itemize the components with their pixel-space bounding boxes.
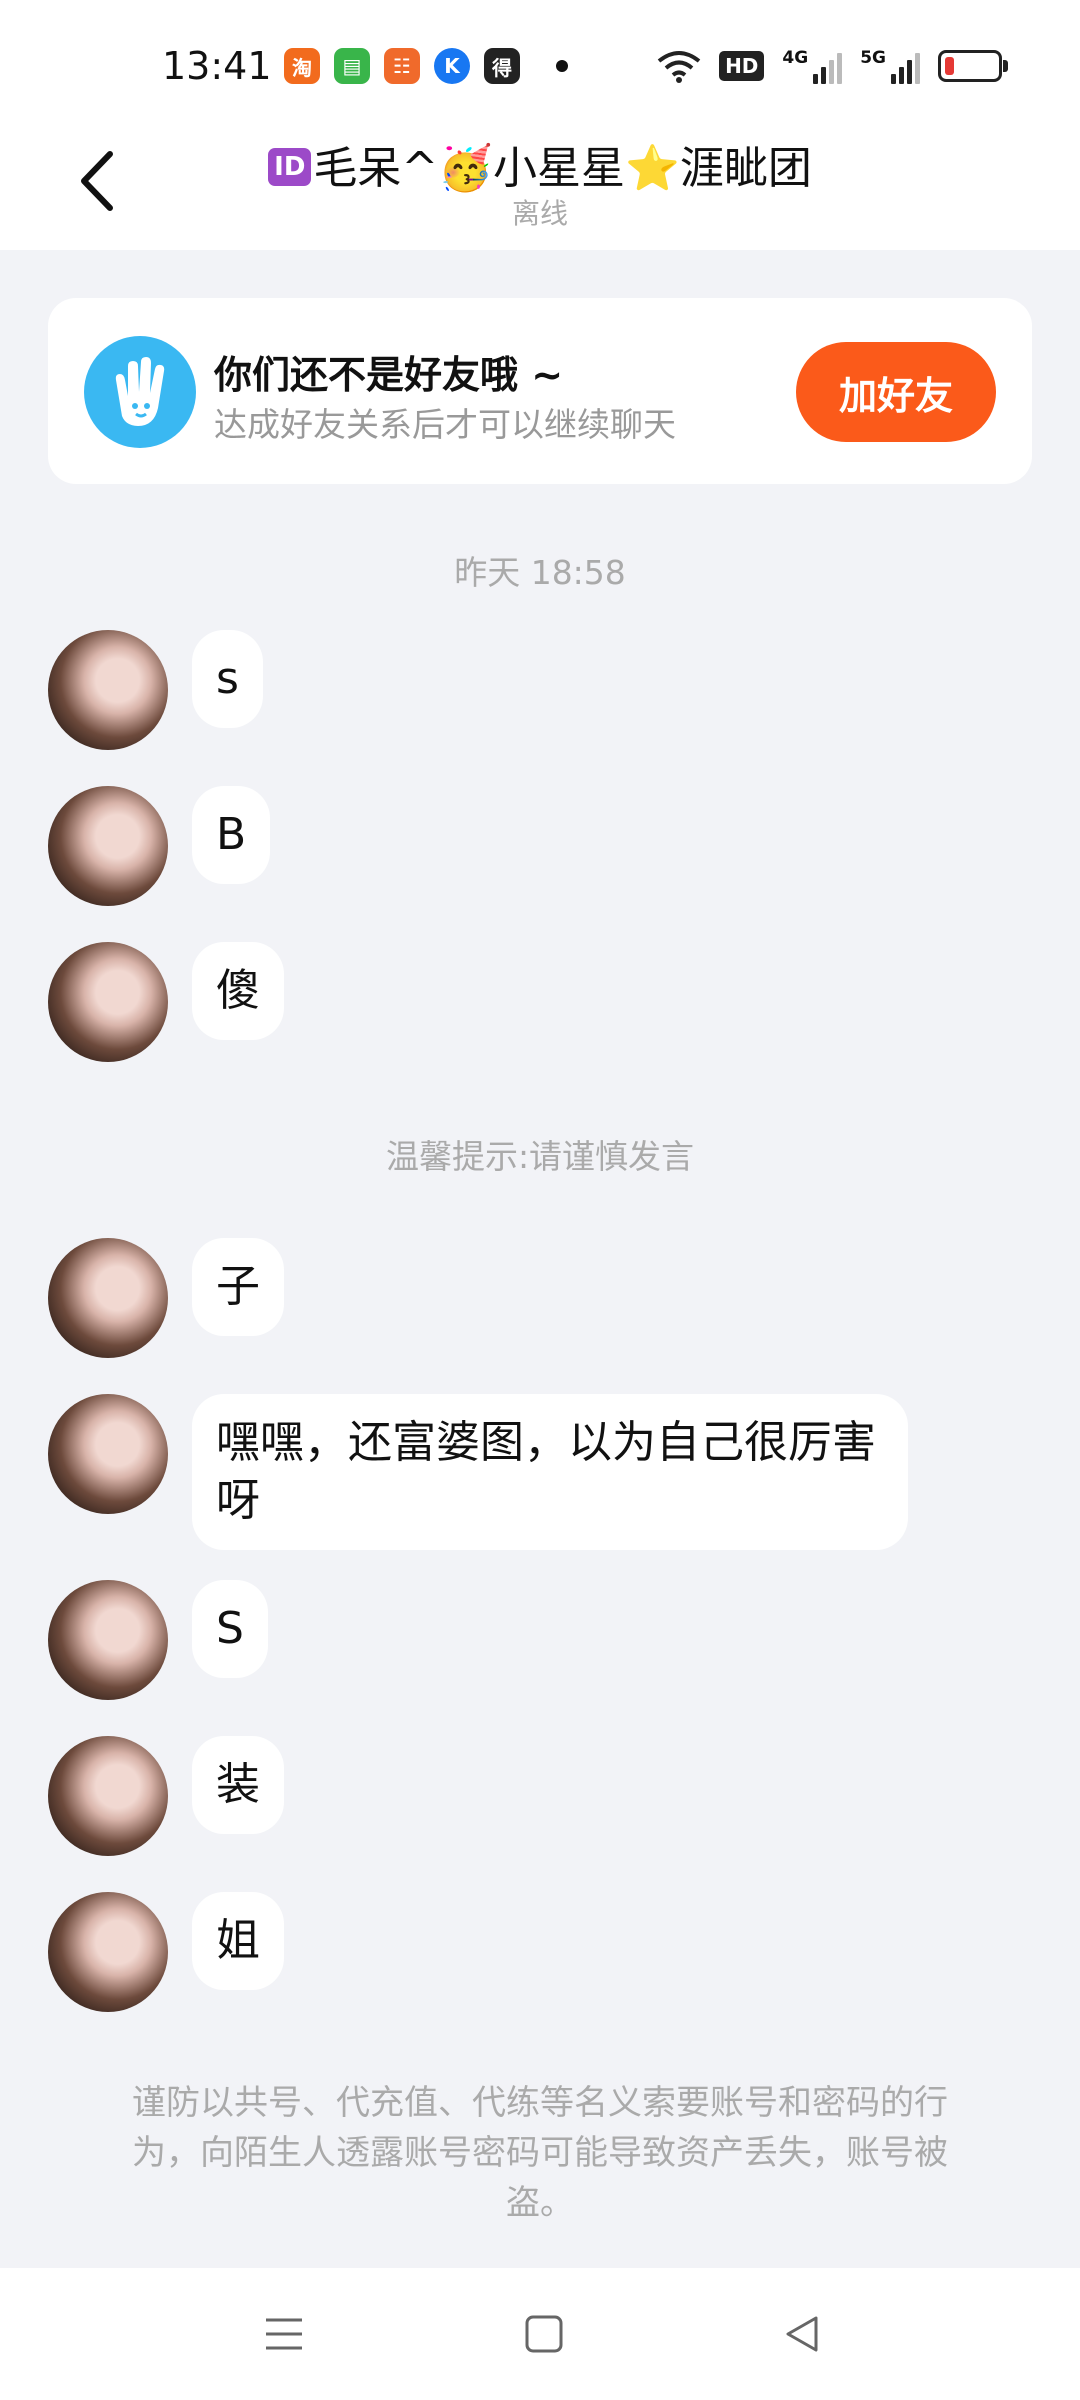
signal-4g-icon: 4G	[782, 48, 843, 84]
message-bubble[interactable]: S	[192, 1580, 268, 1678]
add-friend-button[interactable]: 加好友	[796, 342, 996, 442]
avatar[interactable]	[48, 1580, 168, 1700]
signal-5g-icon: 5G	[860, 48, 920, 84]
avatar[interactable]	[48, 786, 168, 906]
message-bubble[interactable]: 傻	[192, 942, 284, 1040]
message-bubble[interactable]: 姐	[192, 1892, 284, 1990]
chat-title-text: 毛呆^🥳小星星⭐涯眦团	[313, 143, 812, 194]
app-grid-icon: ☷	[384, 48, 420, 84]
avatar[interactable]	[48, 1238, 168, 1358]
message-bubble[interactable]: B	[192, 786, 271, 884]
avatar[interactable]	[48, 630, 168, 750]
security-notice: 谨防以共号、代充值、代练等名义索要账号和密码的行为，向陌生人透露账号密码可能导致…	[132, 2083, 948, 2223]
message-bubble[interactable]: 嘿嘿，还富婆图，以为自己很厉害呀	[192, 1394, 908, 1550]
k-app-icon: K	[434, 48, 470, 84]
taobao-app-icon: 淘	[284, 48, 320, 84]
system-nav-bar	[0, 2268, 1080, 2400]
status-indicators: HD 4G 5G	[657, 48, 1008, 84]
add-friend-banner: 你们还不是好友哦 ~ 达成好友关系后才可以继续聊天 加好友	[48, 298, 1032, 484]
waving-hand-icon	[84, 336, 196, 448]
avatar[interactable]	[48, 1736, 168, 1856]
avatar[interactable]	[48, 942, 168, 1062]
id-badge-icon: ID	[268, 148, 312, 186]
avatar[interactable]	[48, 1394, 168, 1514]
banner-subtitle: 达成好友关系后才可以继续聊天	[214, 405, 676, 444]
back-triangle-icon[interactable]	[780, 2312, 824, 2356]
online-status: 离线	[511, 197, 568, 230]
message-bubble[interactable]: 子	[192, 1238, 284, 1336]
caution-tip: 温馨提示:请谨慎发言	[385, 1137, 695, 1176]
dewu-app-icon: 得	[484, 48, 520, 84]
message-bubble[interactable]: 装	[192, 1736, 284, 1834]
message-bubble[interactable]: s	[192, 630, 263, 728]
chat-title: ID 毛呆^🥳小星星⭐涯眦团	[0, 132, 1080, 196]
menu-icon[interactable]	[262, 2312, 306, 2356]
avatar[interactable]	[48, 1892, 168, 2012]
chat-header: ID 毛呆^🥳小星星⭐涯眦团 离线	[0, 110, 1080, 250]
messages-app-icon: ▤	[334, 48, 370, 84]
notification-dot-icon	[556, 60, 568, 72]
hd-voice-icon: HD	[719, 51, 765, 81]
wifi-icon	[657, 51, 701, 83]
battery-icon	[938, 50, 1008, 82]
message-timestamp: 昨天 18:58	[454, 553, 626, 592]
status-app-icons: 淘 ▤ ☷ K 得	[284, 48, 568, 84]
banner-title: 你们还不是好友哦 ~	[214, 353, 564, 397]
home-square-icon[interactable]	[522, 2312, 566, 2356]
status-time: 13:41	[162, 44, 272, 88]
